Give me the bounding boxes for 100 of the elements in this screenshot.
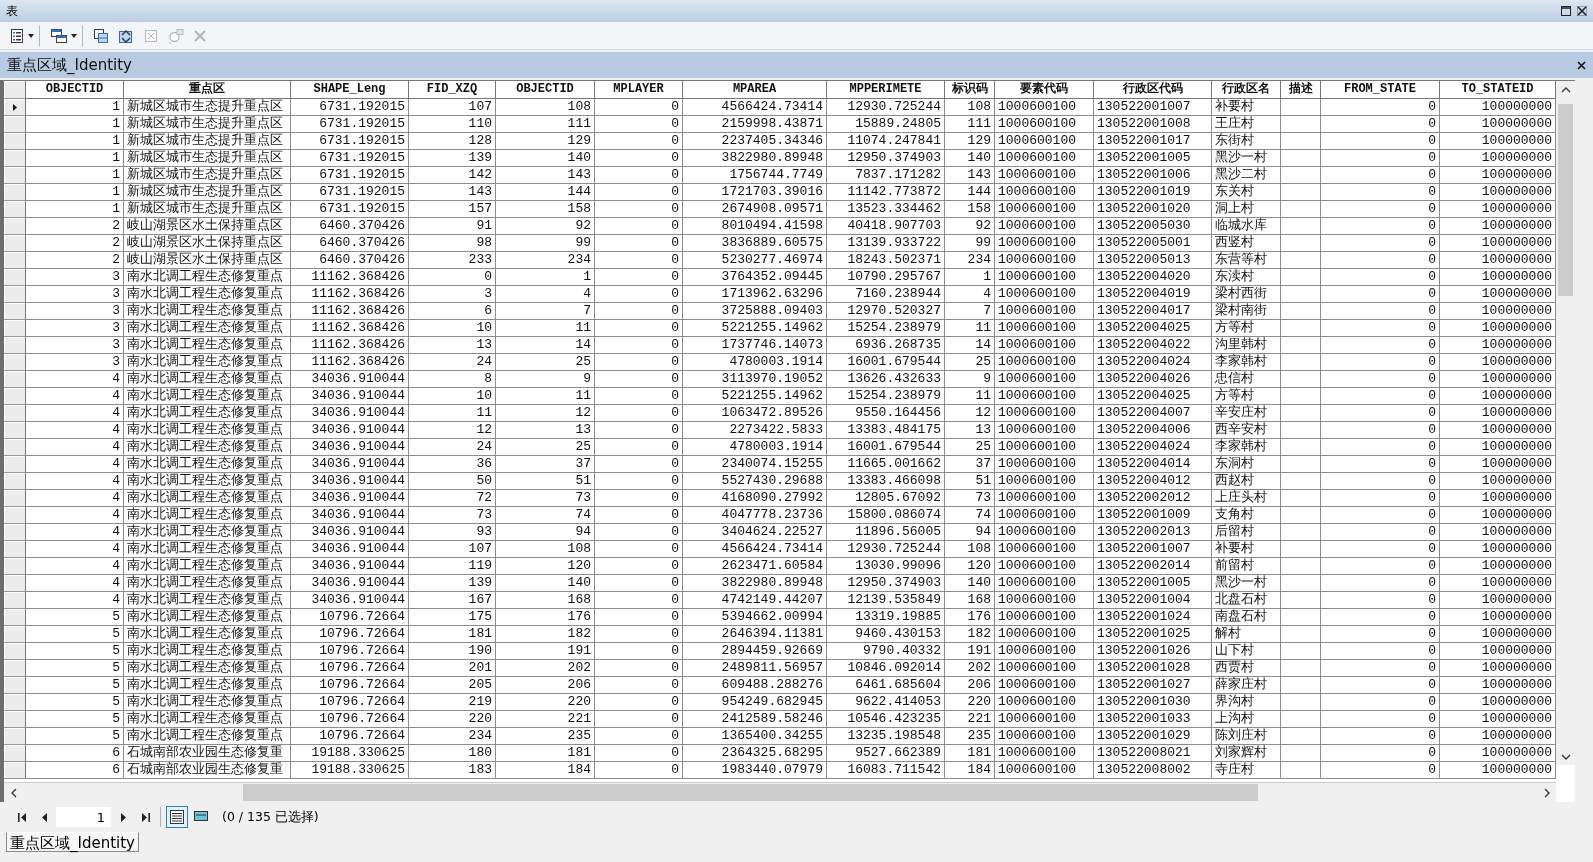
all-records-view-button[interactable]	[166, 806, 188, 828]
column-header[interactable]: 标识码	[945, 81, 995, 99]
table-cell: 140	[496, 575, 595, 592]
table-cell: 73	[409, 507, 496, 524]
table-cell: 4168090.27992	[683, 490, 827, 507]
table-cell: 8	[409, 371, 496, 388]
table-cell: 202	[945, 660, 995, 677]
column-header[interactable]: OBJECTID	[26, 81, 124, 99]
table-cell: 6731.192015	[291, 133, 409, 150]
table-cell: 0	[1321, 711, 1440, 728]
table-cell: 129	[496, 133, 595, 150]
table-cell: 34036.910044	[291, 439, 409, 456]
close-icon[interactable]	[1577, 60, 1586, 70]
column-header[interactable]: 行政区名	[1212, 81, 1281, 99]
table-cell: 4047778.23736	[683, 507, 827, 524]
table-cell: 3404624.22527	[683, 524, 827, 541]
table-cell: 11162.368426	[291, 320, 409, 337]
table-cell: 130522004025	[1094, 388, 1212, 405]
table-cell: 140	[945, 575, 995, 592]
table-cell: 34036.910044	[291, 371, 409, 388]
table-cell: 3	[26, 320, 124, 337]
table-cell: 0	[595, 643, 683, 660]
column-header[interactable]: SHAPE_Leng	[291, 81, 409, 99]
table-cell: 2412589.58246	[683, 711, 827, 728]
table-cell: 2	[26, 235, 124, 252]
table-cell: 0	[1321, 422, 1440, 439]
previous-record-icon[interactable]	[41, 812, 47, 822]
column-header[interactable]: MPPERIMETE	[827, 81, 945, 99]
table-cell: 1	[496, 269, 595, 286]
table-cell: 10796.72664	[291, 643, 409, 660]
vertical-scrollbar[interactable]	[1556, 81, 1575, 765]
table-cell: 100000000	[1440, 762, 1556, 779]
table-cell: 0	[595, 388, 683, 405]
table-cell: 130522001004	[1094, 592, 1212, 609]
horizontal-scrollbar[interactable]	[4, 782, 1556, 802]
table-cell: 10546.423235	[827, 711, 945, 728]
scroll-up-icon[interactable]	[1560, 86, 1571, 93]
table-cell: 1000600100	[995, 439, 1094, 456]
table-cell: 181	[496, 745, 595, 762]
table-cell: 4780003.1914	[683, 439, 827, 456]
table-cell: 0	[595, 507, 683, 524]
table-cell: 南水北调工程生态修复重点	[124, 677, 291, 694]
table-cell	[1281, 388, 1321, 405]
table-cell: 130522004012	[1094, 473, 1212, 490]
table-cell: 3764352.09445	[683, 269, 827, 286]
column-header[interactable]: 要素代码	[995, 81, 1094, 99]
table-cell: 130522004006	[1094, 422, 1212, 439]
table-cell: 130522001030	[1094, 694, 1212, 711]
table-cell: 6	[26, 762, 124, 779]
page-field[interactable]: 1	[56, 807, 111, 827]
maximize-icon[interactable]	[1561, 6, 1571, 16]
column-header[interactable]: 描述	[1281, 81, 1321, 99]
table-cell: 34036.910044	[291, 541, 409, 558]
table-cell: 0	[595, 371, 683, 388]
first-record-icon[interactable]	[17, 812, 27, 822]
table-cell: 3	[26, 354, 124, 371]
table-cell: 南盘石村	[1212, 609, 1281, 626]
table-cell: 34036.910044	[291, 524, 409, 541]
table-cell: 13	[409, 337, 496, 354]
table-cell: 2894459.92669	[683, 643, 827, 660]
table-cell: 前留村	[1212, 558, 1281, 575]
table-cell: 12970.520327	[827, 303, 945, 320]
column-header[interactable]: 行政区代码	[1094, 81, 1212, 99]
table-cell: 0	[595, 320, 683, 337]
scroll-thumb[interactable]	[1558, 104, 1573, 296]
scroll-right-icon[interactable]	[1543, 787, 1550, 798]
table-cell: 1	[26, 150, 124, 167]
list-icon	[9, 27, 25, 44]
table-cell: 91	[409, 218, 496, 235]
table-cell: 石城南部农业园生态修复重	[124, 762, 291, 779]
scroll-thumb[interactable]	[243, 784, 1258, 801]
table-cell: 130522004026	[1094, 371, 1212, 388]
table-cell: 4	[26, 405, 124, 422]
table-cell: 0	[1321, 116, 1440, 133]
close-icon[interactable]	[1577, 6, 1587, 16]
next-record-icon[interactable]	[120, 812, 126, 822]
scroll-left-icon[interactable]	[10, 787, 17, 798]
table-cell: 0	[595, 439, 683, 456]
column-header[interactable]: MPLAYER	[595, 81, 683, 99]
table-cell: 1000600100	[995, 99, 1094, 116]
column-header[interactable]: FID_XZQ	[409, 81, 496, 99]
column-header[interactable]: MPAREA	[683, 81, 827, 99]
column-header[interactable]: 重点区	[124, 81, 291, 99]
row-selector[interactable]	[4, 99, 26, 116]
table-cell: 1713962.63296	[683, 286, 827, 303]
table-cell: 岐山湖景区水土保持重点区	[124, 252, 291, 269]
table-cell: 南水北调工程生态修复重点	[124, 473, 291, 490]
scroll-down-icon[interactable]	[1560, 753, 1571, 760]
table-cell: 9550.164456	[827, 405, 945, 422]
last-record-icon[interactable]	[140, 812, 150, 822]
table-cell: 130522008021	[1094, 745, 1212, 762]
column-header[interactable]: OBJECTID	[496, 81, 595, 99]
column-header[interactable]: FROM_STATE	[1321, 81, 1440, 99]
table-cell: 0	[1321, 150, 1440, 167]
table-cell: 37	[945, 456, 995, 473]
table-tab[interactable]: 重点区域_Identity	[6, 832, 139, 852]
table-cell: 34036.910044	[291, 422, 409, 439]
table-cell: 3	[26, 303, 124, 320]
table-cell: 南水北调工程生态修复重点	[124, 388, 291, 405]
table-cell: 130522001024	[1094, 609, 1212, 626]
